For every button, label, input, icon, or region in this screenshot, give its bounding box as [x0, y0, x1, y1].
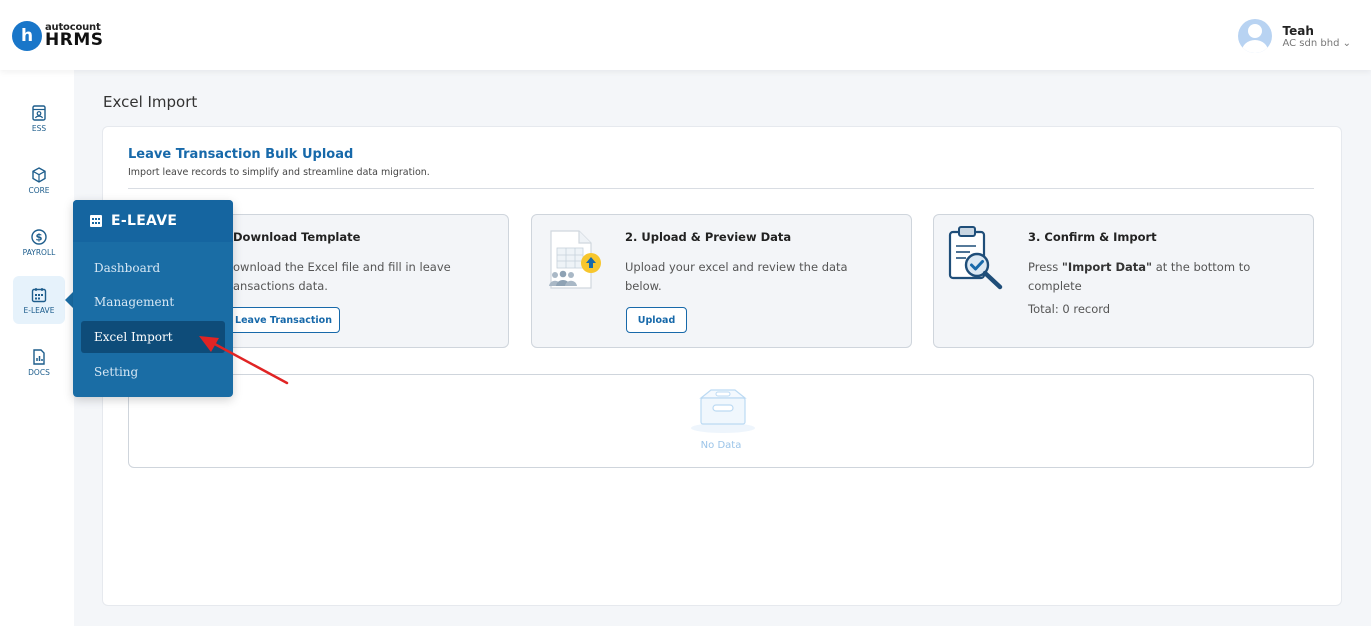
empty-box-icon	[691, 389, 755, 433]
id-badge-icon	[32, 104, 46, 121]
step-title-upload: 2. Upload & Preview Data	[625, 230, 792, 244]
rail-item-core[interactable]: CORE	[13, 156, 65, 204]
dollar-circle-icon: $	[31, 228, 47, 245]
avatar[interactable]	[1238, 19, 1273, 53]
flyout-header: E-LEAVE	[73, 200, 233, 242]
logo-hrms-text: HRMS	[45, 30, 104, 50]
upload-button[interactable]: Upload	[626, 307, 687, 333]
preview-table-empty: No Data	[128, 374, 1314, 468]
flyout-item-dashboard[interactable]: Dashboard	[81, 252, 225, 284]
rail-label-e-leave: E-LEAVE	[23, 305, 55, 315]
user-name: Teah	[1282, 23, 1314, 38]
logo-mark: h	[12, 21, 42, 51]
section-subtitle: Import leave records to simplify and str…	[128, 167, 430, 178]
rail-label-payroll: PAYROLL	[22, 247, 56, 257]
excel-upload-icon	[549, 230, 601, 289]
step-desc-upload: Upload your excel and review the data be…	[625, 260, 848, 293]
company-name: AC sdn bhd	[1282, 37, 1340, 49]
module-rail: ESS CORE $ PAYROLL E-LEAVE DOCS	[0, 70, 74, 626]
step-title-confirm: 3. Confirm & Import	[1028, 230, 1157, 244]
rail-label-ess: ESS	[31, 123, 47, 133]
app-logo[interactable]: h autocount HRMS	[12, 20, 103, 52]
chevron-down-icon: ⌄	[1342, 37, 1351, 49]
no-data-label: No Data	[700, 440, 742, 451]
flyout-pointer	[65, 292, 73, 308]
top-header: h autocount HRMS Teah AC sdn bhd ⌄	[0, 0, 1371, 70]
svg-text:$: $	[36, 232, 43, 243]
user-menu[interactable]: Teah AC sdn bhd ⌄	[1238, 19, 1351, 53]
step-desc-confirm: Press "Import Data" at the bottom to com…	[1028, 260, 1251, 293]
rail-item-ess[interactable]: ESS	[13, 94, 65, 142]
flyout-title: E-LEAVE	[111, 213, 178, 229]
flyout-item-management[interactable]: Management	[81, 286, 225, 318]
rail-label-docs: DOCS	[28, 367, 50, 377]
import-data-highlight: "Import Data"	[1061, 260, 1153, 274]
rail-item-payroll[interactable]: $ PAYROLL	[13, 218, 65, 266]
total-record-count: Total: 0 record	[1028, 302, 1111, 316]
document-chart-icon	[33, 348, 45, 365]
clipboard-check-icon	[948, 226, 1003, 290]
section-divider	[128, 188, 1314, 189]
company-selector[interactable]: AC sdn bhd ⌄	[1282, 38, 1351, 49]
section-title: Leave Transaction Bulk Upload	[128, 147, 354, 162]
rail-item-e-leave[interactable]: E-LEAVE	[13, 276, 65, 324]
cube-icon	[32, 166, 46, 183]
step-desc-download: ownload the Excel file and fill in leave…	[233, 260, 451, 293]
annotation-arrow-icon	[199, 336, 289, 385]
rail-label-core: CORE	[28, 185, 50, 195]
calendar-grid-icon	[90, 215, 102, 227]
calendar-icon	[31, 287, 47, 302]
rail-item-docs[interactable]: DOCS	[13, 338, 65, 386]
page-title: Excel Import	[103, 93, 198, 111]
step-title-download: Download Template	[233, 230, 361, 244]
